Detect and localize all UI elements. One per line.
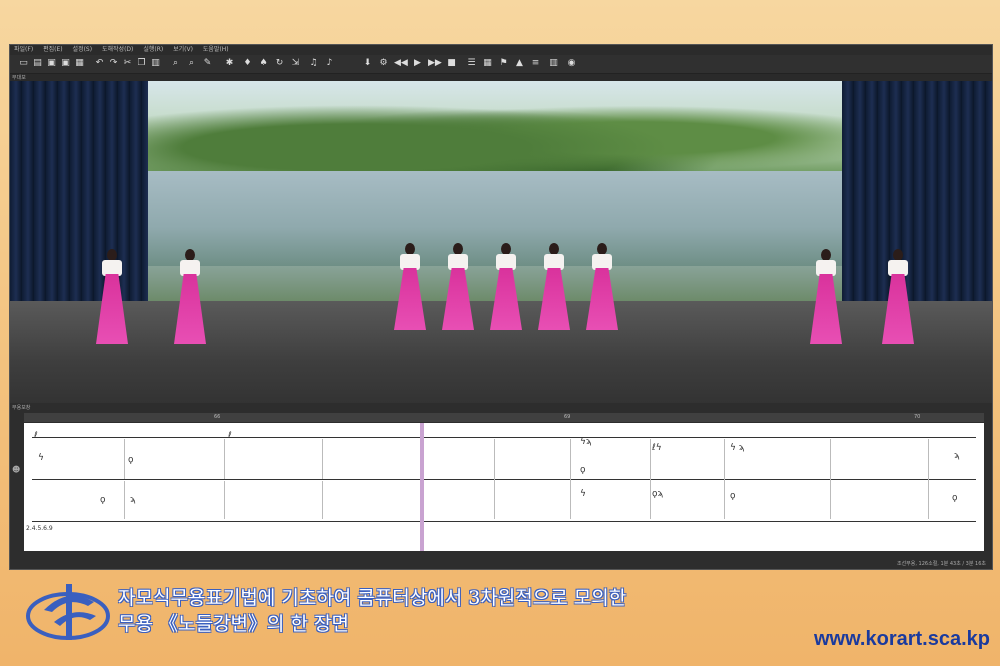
open-folder-icon[interactable]: ▤ [32, 58, 43, 69]
notation-symbol: ϡ [954, 451, 960, 461]
zoom-icon[interactable]: ⌕ [186, 58, 197, 69]
rewind-icon[interactable]: ◀◀ [394, 58, 408, 69]
paste-icon[interactable]: ▥ [150, 58, 161, 69]
spin-icon[interactable]: ↻ [274, 58, 285, 69]
willow-trees [146, 81, 846, 176]
lake-scene [146, 171, 846, 266]
ruler-mark: 69 [564, 414, 571, 420]
direction-icon[interactable]: ⇲ [290, 58, 301, 69]
notation-symbol: ϙ [100, 495, 106, 505]
redo-icon[interactable]: ↷ [108, 58, 119, 69]
ruler-mark: 66 [214, 414, 221, 420]
export-icon[interactable]: ⬇ [362, 58, 373, 69]
play-icon[interactable]: ▶ [412, 58, 423, 69]
menu-bar: 파일(F) 편집(E) 설정(S) 도해작성(D) 실행(R) 보기(V) 도움… [10, 45, 992, 55]
notation-symbol: ϟ [38, 453, 44, 463]
notation-symbol: ℓϟ [652, 443, 662, 453]
fast-forward-icon[interactable]: ▶▶ [428, 58, 442, 69]
notation-symbol: ℓ [228, 431, 232, 441]
notation-panel: 무용보창 66 69 70 ☻ ℓ ϟ ϙ ℓ ϙ ϡ ϟϡ ϙ ϟ ℓϟ ϙϡ… [10, 403, 992, 569]
figure-icon[interactable]: ♦ [242, 58, 253, 69]
notation-symbol: ϙ [952, 493, 958, 503]
menu-help[interactable]: 도움말(H) [199, 45, 233, 55]
flag-icon[interactable]: ⚑ [498, 58, 509, 69]
notation-symbol: ϟ [580, 489, 586, 499]
find-icon[interactable]: ⌕ [170, 58, 181, 69]
staff-line [32, 521, 976, 522]
staff-line [32, 437, 976, 438]
score-panel-label: 무용보창 [12, 405, 31, 411]
new-file-icon[interactable]: ▭ [18, 58, 29, 69]
cut-icon[interactable]: ✂ [122, 58, 133, 69]
kcna-logo-icon [26, 584, 110, 640]
dance-notation-sheet[interactable]: ℓ ϟ ϙ ℓ ϙ ϡ ϟϡ ϙ ϟ ℓϟ ϙϡ ϟ ϡ ϙ ϡ ϙ 2.4.5… [24, 423, 984, 551]
notation-symbol: ϙ [580, 465, 586, 475]
stage-panel-label: 무대보 [12, 75, 26, 81]
notation-symbol: ϟϡ [580, 437, 592, 447]
measure-ruler[interactable]: 66 69 70 [24, 413, 984, 422]
notation-symbol: ϟ ϡ [730, 443, 745, 453]
music-icon[interactable]: ♪ [324, 58, 335, 69]
layout-icon[interactable]: ▥ [548, 58, 559, 69]
playhead-marker[interactable] [420, 423, 424, 551]
caption-text: 자모식무용표기법에 기초하여 콤퓨터상에서 3차원적으로 모의한 무용 《노들강… [118, 585, 626, 637]
notation-symbol: ϙϡ [652, 489, 664, 499]
menu-view[interactable]: 보기(V) [169, 45, 197, 55]
menu-file[interactable]: 파일(F) [10, 45, 37, 55]
caption-line-1: 자모식무용표기법에 기초하여 콤퓨터상에서 3차원적으로 모의한 [118, 587, 627, 609]
user-icon[interactable]: ☻ [12, 465, 20, 474]
align-icon[interactable]: ≡ [530, 58, 541, 69]
website-url[interactable]: www.korart.sca.kp [814, 628, 990, 651]
notation-symbol: ℓ [34, 431, 38, 441]
save-icon[interactable]: ▣ [46, 58, 57, 69]
headphones-icon[interactable]: ♫ [308, 58, 319, 69]
copy-icon[interactable]: ❐ [136, 58, 147, 69]
save-as-icon[interactable]: ▣ [60, 58, 71, 69]
menu-settings[interactable]: 설정(S) [69, 45, 97, 55]
caption-line-2: 무용 《노들강변》의 한 장면 [118, 613, 349, 635]
undo-icon[interactable]: ↶ [94, 58, 105, 69]
menu-run[interactable]: 실행(R) [139, 45, 167, 55]
notation-symbol: ϙ [730, 491, 736, 501]
grid-icon[interactable]: ▦ [482, 58, 493, 69]
choreography-app-window: 파일(F) 편집(E) 설정(S) 도해작성(D) 실행(R) 보기(V) 도움… [9, 44, 993, 570]
menu-notation[interactable]: 도해작성(D) [98, 45, 137, 55]
staff-line [32, 479, 976, 480]
camera-icon[interactable]: ◉ [566, 58, 577, 69]
symbol-icon[interactable]: ✱ [224, 58, 235, 69]
menu-edit[interactable]: 편집(E) [39, 45, 67, 55]
pose-icon[interactable]: ♠ [258, 58, 269, 69]
notation-symbol: ϡ [130, 495, 136, 505]
edit-icon[interactable]: ✎ [202, 58, 213, 69]
stop-icon[interactable]: ■ [446, 58, 457, 69]
track-label: 2.4.5.6.9 [26, 525, 53, 532]
list-icon[interactable]: ☰ [466, 58, 477, 69]
3d-stage-view[interactable] [10, 81, 992, 403]
settings-gear-icon[interactable]: ⚙ [378, 58, 389, 69]
toolbar: ▭ ▤ ▣ ▣ ▦ ↶ ↷ ✂ ❐ ▥ ⌕ ⌕ ✎ ✱ ♦ ♠ ↻ ⇲ ♫ ♪ … [10, 55, 992, 74]
print-icon[interactable]: ▦ [74, 58, 85, 69]
marker-icon[interactable]: ▲ [514, 58, 525, 69]
ruler-mark: 70 [914, 414, 921, 420]
notation-symbol: ϙ [128, 455, 134, 465]
status-bar-text: 조선무용, 126소절, 1분 43초 / 3분 16초 [896, 561, 986, 567]
